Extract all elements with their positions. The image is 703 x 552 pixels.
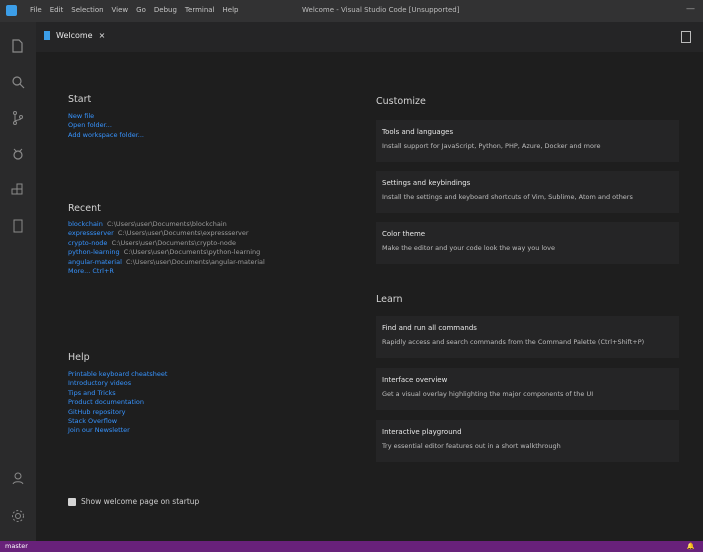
recent-item: crypto-node C:\Users\user\Documents\cryp… bbox=[68, 239, 265, 248]
start-heading: Start bbox=[68, 94, 92, 105]
tips-and-tricks-link[interactable]: Tips and Tricks bbox=[68, 389, 167, 398]
welcome-page: Start New file Open folder... Add worksp… bbox=[36, 52, 703, 541]
menu-bar: File Edit Selection View Go Debug Termin… bbox=[30, 6, 238, 14]
card-title: Settings and keybindings bbox=[382, 179, 471, 187]
title-bar: File Edit Selection View Go Debug Termin… bbox=[0, 0, 703, 22]
menu-debug[interactable]: Debug bbox=[154, 6, 177, 14]
card-title: Color theme bbox=[382, 230, 426, 238]
add-workspace-folder-link[interactable]: Add workspace folder... bbox=[68, 131, 144, 140]
help-heading: Help bbox=[68, 352, 90, 363]
source-control-icon[interactable] bbox=[10, 110, 26, 126]
start-list: New file Open folder... Add workspace fo… bbox=[68, 112, 144, 140]
split-editor-icon[interactable] bbox=[681, 31, 691, 43]
menu-selection[interactable]: Selection bbox=[71, 6, 103, 14]
settings-keybindings-card[interactable]: Settings and keybindings Install the set… bbox=[376, 171, 679, 213]
card-title: Interface overview bbox=[382, 376, 448, 384]
interactive-playground-card[interactable]: Interactive playground Try essential edi… bbox=[376, 420, 679, 462]
branch-indicator[interactable]: master bbox=[5, 542, 28, 550]
interface-overview-card[interactable]: Interface overview Get a visual overlay … bbox=[376, 368, 679, 410]
recent-path: C:\Users\user\Documents\blockchain bbox=[107, 220, 227, 228]
card-description: Make the editor and your code look the w… bbox=[382, 244, 556, 252]
recent-path: C:\Users\user\Documents\crypto-node bbox=[111, 238, 236, 247]
recent-path: C:\Users\user\Documents\expressserver bbox=[117, 229, 249, 238]
recent-link[interactable]: blockchain bbox=[68, 220, 103, 228]
explorer-icon[interactable] bbox=[10, 38, 26, 54]
recent-item: python-learning C:\Users\user\Documents\… bbox=[68, 248, 265, 257]
account-icon[interactable] bbox=[10, 470, 26, 486]
menu-help[interactable]: Help bbox=[223, 6, 239, 14]
tab-close-icon[interactable]: × bbox=[99, 31, 106, 40]
menu-file[interactable]: File bbox=[30, 6, 42, 14]
startup-checkbox[interactable] bbox=[68, 497, 76, 506]
learn-heading: Learn bbox=[376, 294, 403, 305]
menu-edit[interactable]: Edit bbox=[50, 6, 64, 14]
menu-view[interactable]: View bbox=[112, 6, 129, 14]
remote-icon[interactable] bbox=[10, 218, 26, 234]
tab-welcome[interactable]: Welcome × bbox=[44, 31, 105, 40]
find-commands-card[interactable]: Find and run all commands Rapidly access… bbox=[376, 316, 679, 358]
recent-path: C:\Users\user\Documents\angular-material bbox=[126, 257, 265, 266]
card-title: Tools and languages bbox=[382, 128, 454, 136]
status-bar: master 🔔 bbox=[0, 541, 703, 552]
card-title: Interactive playground bbox=[382, 428, 462, 436]
search-icon[interactable] bbox=[10, 74, 26, 90]
notifications-bell-icon[interactable]: 🔔 bbox=[687, 542, 695, 550]
newsletter-link[interactable]: Join our Newsletter bbox=[68, 426, 167, 435]
tab-label: Welcome bbox=[56, 31, 93, 40]
keyboard-cheatsheet-link[interactable]: Printable keyboard cheatsheet bbox=[68, 370, 167, 379]
tools-languages-card[interactable]: Tools and languages Install support for … bbox=[376, 120, 679, 162]
card-description: Rapidly access and search commands from … bbox=[382, 338, 645, 346]
recent-link[interactable]: expressserver bbox=[68, 229, 114, 237]
welcome-file-icon bbox=[44, 31, 50, 40]
card-description: Try essential editor features out in a s… bbox=[382, 442, 561, 450]
card-description: Install support for JavaScript, Python, … bbox=[382, 142, 601, 150]
recent-item: expressserver C:\Users\user\Documents\ex… bbox=[68, 229, 265, 238]
new-file-link[interactable]: New file bbox=[68, 112, 144, 121]
minimize-icon[interactable]: — bbox=[686, 4, 695, 14]
recent-item: angular-material C:\Users\user\Documents… bbox=[68, 258, 265, 267]
vscode-logo-icon bbox=[6, 5, 17, 16]
open-folder-link[interactable]: Open folder... bbox=[68, 121, 144, 130]
product-documentation-link[interactable]: Product documentation bbox=[68, 398, 167, 407]
startup-label: Show welcome page on startup bbox=[81, 497, 200, 506]
debug-icon[interactable] bbox=[10, 146, 26, 162]
activity-bar bbox=[0, 22, 36, 541]
window-controls: — bbox=[686, 4, 695, 14]
customize-heading: Customize bbox=[376, 96, 426, 107]
recent-path: C:\Users\user\Documents\python-learning bbox=[123, 248, 261, 257]
recent-link[interactable]: python-learning bbox=[68, 248, 120, 256]
editor-tab-bar: Welcome × bbox=[36, 22, 703, 52]
recent-link[interactable]: crypto-node bbox=[68, 239, 107, 247]
recent-list: blockchain C:\Users\user\Documents\block… bbox=[68, 220, 265, 276]
settings-gear-icon[interactable] bbox=[10, 508, 26, 524]
github-repository-link[interactable]: GitHub repository bbox=[68, 408, 167, 417]
card-description: Install the settings and keyboard shortc… bbox=[382, 193, 633, 201]
introductory-videos-link[interactable]: Introductory videos bbox=[68, 379, 167, 388]
color-theme-card[interactable]: Color theme Make the editor and your cod… bbox=[376, 222, 679, 264]
card-description: Get a visual overlay highlighting the ma… bbox=[382, 390, 594, 398]
help-list: Printable keyboard cheatsheet Introducto… bbox=[68, 370, 167, 436]
stack-overflow-link[interactable]: Stack Overflow bbox=[68, 417, 167, 426]
more-recent-link[interactable]: More... Ctrl+R bbox=[68, 267, 265, 276]
window-title: Welcome - Visual Studio Code [Unsupporte… bbox=[302, 6, 460, 14]
menu-terminal[interactable]: Terminal bbox=[185, 6, 215, 14]
show-on-startup[interactable]: Show welcome page on startup bbox=[68, 497, 199, 506]
extensions-icon[interactable] bbox=[10, 182, 26, 198]
card-title: Find and run all commands bbox=[382, 324, 477, 332]
recent-heading: Recent bbox=[68, 203, 101, 214]
recent-item: blockchain C:\Users\user\Documents\block… bbox=[68, 220, 265, 229]
menu-go[interactable]: Go bbox=[136, 6, 146, 14]
recent-link[interactable]: angular-material bbox=[68, 258, 122, 266]
